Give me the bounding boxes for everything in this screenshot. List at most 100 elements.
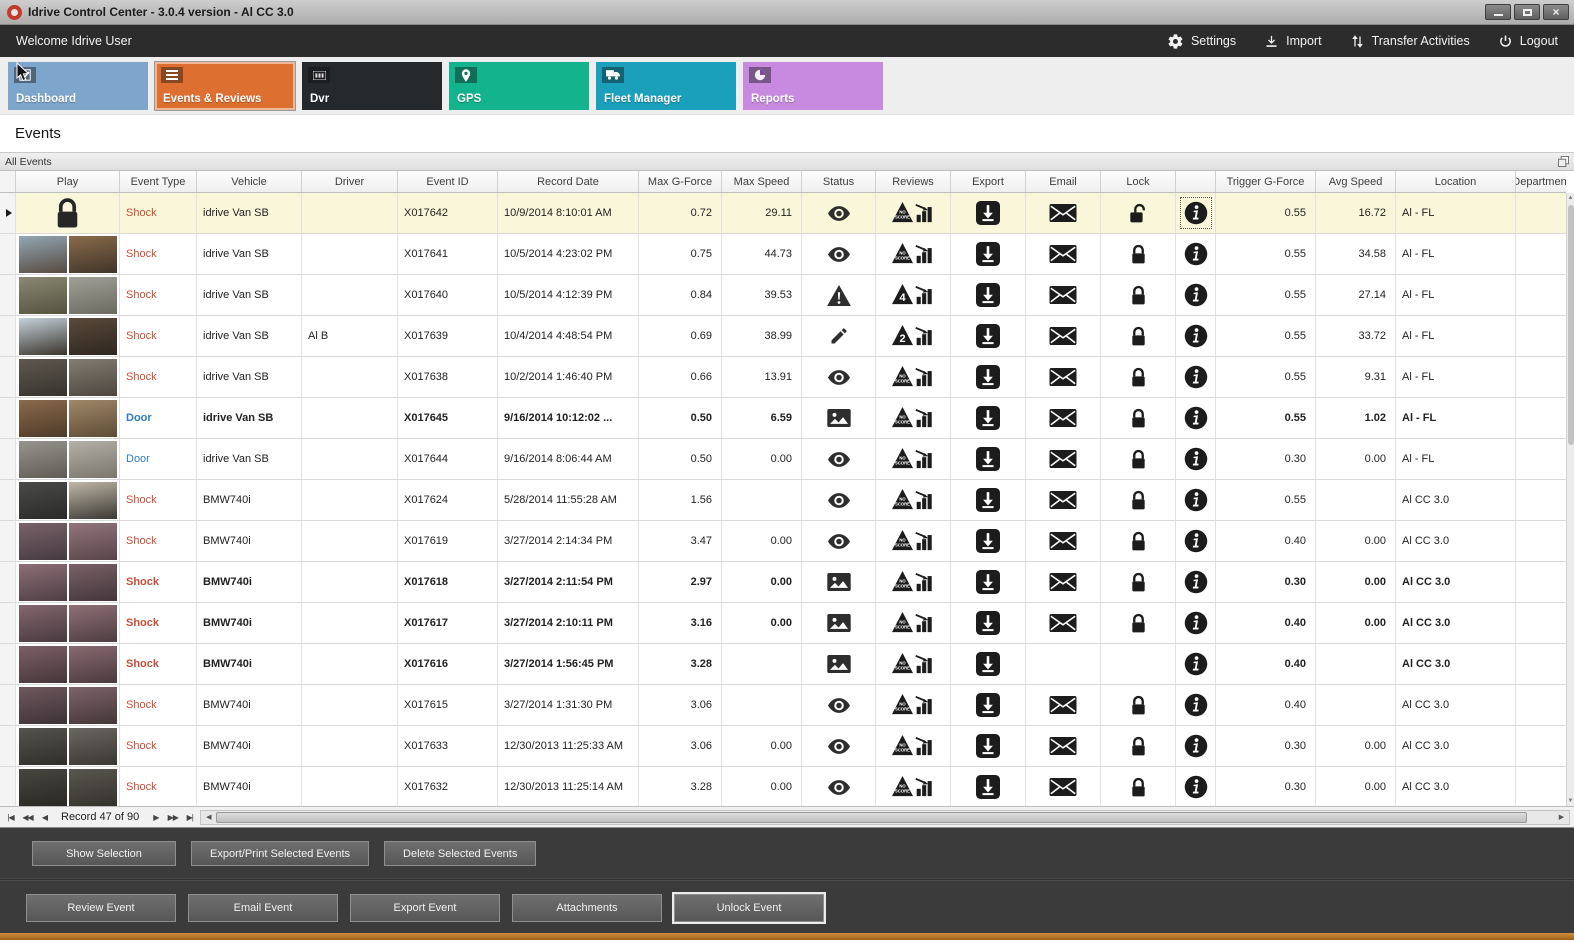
video-thumbnail[interactable]	[18, 481, 117, 519]
video-thumbnail[interactable]	[18, 522, 117, 560]
email-button[interactable]	[1049, 327, 1077, 345]
export-button[interactable]	[976, 365, 1000, 389]
cell-play[interactable]	[16, 603, 120, 643]
export-button[interactable]	[976, 406, 1000, 430]
export-button[interactable]	[976, 447, 1000, 471]
unlock-event-button[interactable]: Unlock Event	[674, 893, 824, 922]
info-button[interactable]	[1184, 242, 1208, 266]
eye-icon[interactable]	[827, 451, 850, 467]
export-button[interactable]	[976, 324, 1000, 348]
eye-icon[interactable]	[827, 492, 850, 508]
cell-play[interactable]	[16, 644, 120, 684]
prev-page-button[interactable]: ◀◀	[19, 810, 36, 825]
cell-play[interactable]	[16, 480, 120, 520]
review-score-icon[interactable]: 4	[892, 283, 934, 307]
info-button[interactable]	[1184, 283, 1208, 307]
review-score-icon[interactable]: NO SCORE	[892, 693, 934, 717]
email-button[interactable]	[1049, 532, 1077, 550]
tab-reports[interactable]: Reports	[743, 62, 883, 110]
review-score-icon[interactable]: NO SCORE	[892, 488, 934, 512]
review-score-icon[interactable]: NO SCORE	[892, 734, 934, 758]
event-row[interactable]: Shock BMW740i X017617 3/27/2014 2:10:11 PM 3…	[0, 603, 1566, 644]
column-header-status[interactable]: Status	[802, 171, 876, 192]
eye-icon[interactable]	[827, 533, 850, 549]
review-score-icon[interactable]: NO SCORE	[892, 652, 934, 676]
show-selection-button[interactable]: Show Selection	[32, 841, 176, 866]
settings-button[interactable]: Settings	[1167, 33, 1236, 50]
email-button[interactable]	[1049, 614, 1077, 632]
export-button[interactable]	[976, 242, 1000, 266]
info-button[interactable]	[1184, 652, 1208, 676]
email-event-button[interactable]: Email Event	[188, 893, 338, 922]
info-button[interactable]	[1184, 365, 1208, 389]
cell-play[interactable]	[16, 193, 120, 233]
email-button[interactable]	[1049, 491, 1077, 509]
lock-icon[interactable]	[1130, 285, 1147, 306]
event-row[interactable]: Shock idrive Van SB Al B X017639 10/4/2014 4…	[0, 316, 1566, 357]
column-header-department[interactable]: Department	[1516, 171, 1566, 192]
column-header-lock[interactable]: Lock	[1101, 171, 1176, 192]
email-button[interactable]	[1049, 696, 1077, 714]
email-button[interactable]	[1049, 286, 1077, 304]
video-thumbnail[interactable]	[18, 276, 117, 314]
image-icon[interactable]	[826, 573, 851, 591]
cell-play[interactable]	[16, 275, 120, 315]
info-button[interactable]	[1184, 611, 1208, 635]
video-thumbnail[interactable]	[18, 768, 117, 806]
column-header-email[interactable]: Email	[1026, 171, 1101, 192]
export-button[interactable]	[976, 693, 1000, 717]
review-score-icon[interactable]: NO SCORE	[892, 406, 934, 430]
event-row[interactable]: Shock BMW740i X017633 12/30/2013 11:25:33 A…	[0, 726, 1566, 767]
info-button[interactable]	[1184, 693, 1208, 717]
lock-icon[interactable]	[1130, 777, 1147, 798]
pencil-icon[interactable]	[829, 326, 849, 346]
info-button[interactable]	[1184, 570, 1208, 594]
column-header-vehicle[interactable]: Vehicle	[197, 171, 302, 192]
eye-icon[interactable]	[827, 738, 850, 754]
email-button[interactable]	[1049, 409, 1077, 427]
review-event-button[interactable]: Review Event	[26, 893, 176, 922]
review-score-icon[interactable]: NO SCORE	[892, 611, 934, 635]
lock-icon[interactable]	[1130, 572, 1147, 593]
info-button[interactable]	[1184, 488, 1208, 512]
tab-events-reviews[interactable]: Events & Reviews	[155, 62, 295, 110]
export-button[interactable]	[976, 775, 1000, 799]
lock-icon[interactable]	[1130, 408, 1147, 429]
export-print-selected-button[interactable]: Export/Print Selected Events	[191, 841, 370, 866]
info-button[interactable]	[1184, 406, 1208, 430]
first-record-button[interactable]: |◀	[2, 810, 19, 825]
event-row[interactable]: Shock BMW740i X017624 5/28/2014 11:55:28 AM…	[0, 480, 1566, 521]
column-header-event-type[interactable]: Event Type	[120, 171, 197, 192]
event-row[interactable]: Shock idrive Van SB X017638 10/2/2014 1:46:…	[0, 357, 1566, 398]
lock-icon[interactable]	[1130, 613, 1147, 634]
vertical-scrollbar[interactable]: ▲ ▼	[1566, 193, 1574, 806]
event-row[interactable]: Shock idrive Van SB X017641 10/5/2014 4:23:…	[0, 234, 1566, 275]
locked-event-icon[interactable]	[54, 197, 81, 230]
export-button[interactable]	[976, 201, 1000, 225]
eye-icon[interactable]	[827, 779, 850, 795]
export-button[interactable]	[976, 529, 1000, 553]
video-thumbnail[interactable]	[18, 399, 117, 437]
vertical-scroll-thumb[interactable]	[1567, 205, 1574, 445]
attachments-button[interactable]: Attachments	[512, 893, 662, 922]
info-button[interactable]	[1184, 324, 1208, 348]
cell-play[interactable]	[16, 234, 120, 274]
last-record-button[interactable]: ▶|	[181, 810, 198, 825]
review-score-icon[interactable]: NO SCORE	[892, 201, 934, 225]
info-button[interactable]	[1184, 447, 1208, 471]
prev-record-button[interactable]: ◀	[36, 810, 53, 825]
column-header-event-id[interactable]: Event ID	[398, 171, 498, 192]
video-thumbnail[interactable]	[18, 604, 117, 642]
export-button[interactable]	[976, 570, 1000, 594]
lock-icon[interactable]	[1130, 490, 1147, 511]
lock-icon[interactable]	[1130, 449, 1147, 470]
logout-button[interactable]: Logout	[1498, 34, 1558, 49]
tab-fleet-manager[interactable]: Fleet Manager	[596, 62, 736, 110]
lock-icon[interactable]	[1130, 244, 1147, 265]
column-header-location[interactable]: Location	[1396, 171, 1516, 192]
cell-play[interactable]	[16, 398, 120, 438]
cell-play[interactable]	[16, 562, 120, 602]
review-score-icon[interactable]: NO SCORE	[892, 529, 934, 553]
cell-play[interactable]	[16, 316, 120, 356]
tab-dashboard[interactable]: Dashboard	[8, 62, 148, 110]
